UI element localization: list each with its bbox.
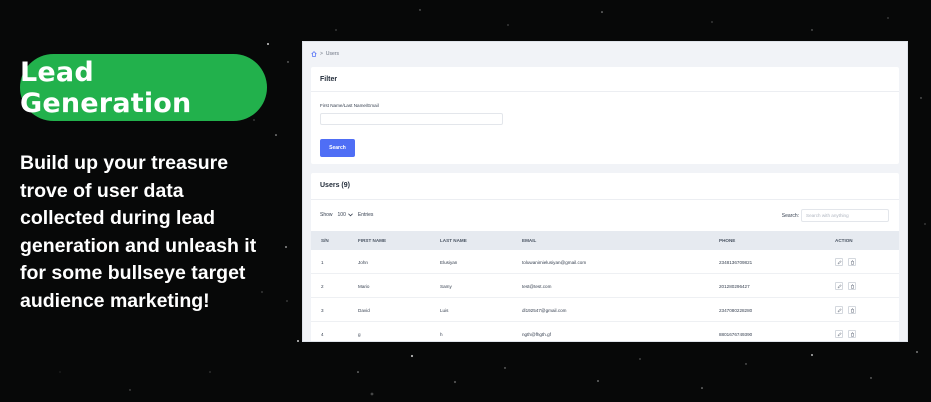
users-card: Users (9) Show 100 Entries Search: Searc… [311,173,899,341]
row-actions [835,258,856,266]
column-email[interactable]: EMAIL [522,238,536,243]
cell-first-name: Mario [358,284,370,289]
column-last-name[interactable]: LAST NAME [440,238,467,243]
row-actions [835,282,856,290]
table-row: 4 g h ngth@fhgth.gf 8801676749390 [311,322,899,341]
filter-card: Filter First Name/Last Name/Email Search [311,67,899,164]
table-row: 3 David Luis dl192547@gmail.com 23470802… [311,298,899,322]
trash-icon[interactable] [848,282,856,290]
chevron-down-icon [347,213,353,217]
column-first-name[interactable]: FIRST NAME [358,238,386,243]
cell-last-name: Samy [440,284,452,289]
name-email-input[interactable] [320,113,503,125]
tagline-text: Build up your treasure trove of user dat… [20,152,257,312]
trash-icon[interactable] [848,258,856,266]
entries-label: Entries [357,212,374,218]
cell-sn: 2 [321,284,324,289]
filter-divider [311,91,899,92]
users-app-screenshot: > Users Filter First Name/Last Name/Emai… [302,41,908,342]
column-action: ACTION [835,238,853,243]
table-search: Search: Search with anything [782,209,889,222]
trash-icon[interactable] [848,306,856,314]
cell-sn: 1 [321,260,324,265]
table-row: 2 Mario Samy test@test.com 201280296427 [311,274,899,298]
cell-phone: 201280296427 [719,284,750,289]
edit-icon[interactable] [835,282,843,290]
cell-email: dl192547@gmail.com [522,308,567,313]
cell-phone: 2348136709821 [719,260,753,265]
cell-last-name: h [440,332,443,337]
page-size-select[interactable]: 100 [336,212,355,218]
breadcrumb: > Users [311,51,339,57]
filter-title: Filter [320,76,338,83]
badge-label: Lead Generation [20,56,192,119]
cell-email: ngth@fhgth.gf [522,332,551,337]
table-search-input[interactable]: Search with anything [801,209,889,222]
table-search-label: Search: [781,212,799,219]
cell-email: toluwanimielusiyan@gmail.com [522,260,587,265]
column-sn[interactable]: S/N [321,238,329,243]
edit-icon[interactable] [835,258,843,266]
edit-icon[interactable] [835,306,843,314]
row-actions [835,330,856,338]
table-header: S/N FIRST NAME LAST NAME EMAIL PHONE ACT… [311,231,899,250]
name-email-label: First Name/Last Name/Email [320,103,379,108]
cell-sn: 4 [321,332,324,337]
cell-last-name: Elusiyan [440,260,458,265]
users-title: Users (9) [320,182,350,189]
cell-first-name: g [358,332,361,337]
cell-last-name: Luis [440,308,449,313]
users-divider [311,199,899,200]
home-icon[interactable] [311,51,317,57]
show-label: Show [320,212,333,218]
cell-first-name: John [358,260,368,265]
row-actions [835,306,856,314]
trash-icon[interactable] [848,330,856,338]
cell-sn: 3 [321,308,324,313]
breadcrumb-separator: > [320,51,323,57]
cell-phone: 2347080228280 [719,308,753,313]
cell-email: test@test.com [522,284,552,289]
page-size-control: Show 100 Entries [320,212,373,218]
breadcrumb-current: Users [325,51,339,57]
column-phone[interactable]: PHONE [719,238,735,243]
lead-generation-badge: Lead Generation [20,54,267,121]
search-button[interactable]: Search [320,139,355,157]
cell-first-name: David [358,308,370,313]
edit-icon[interactable] [835,330,843,338]
table-row: 1 John Elusiyan toluwanimielusiyan@gmail… [311,250,899,274]
cell-phone: 8801676749390 [719,332,753,337]
page-size-value: 100 [337,212,346,218]
